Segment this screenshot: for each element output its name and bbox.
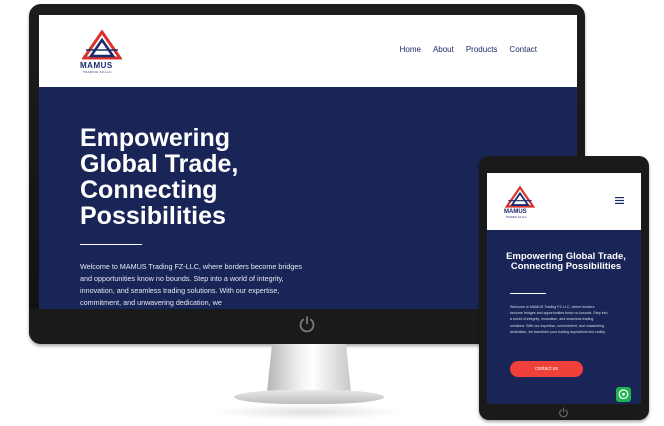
monitor-stand-neck <box>267 344 351 392</box>
home-button-icon <box>559 407 568 418</box>
whatsapp-button[interactable] <box>616 387 631 402</box>
nav-contact[interactable]: Contact <box>509 45 537 54</box>
mobile-hero-title: Empowering Global Trade, Connecting Poss… <box>506 251 626 272</box>
mobile-site-header: MAMUS TRADING FZ-LLC <box>487 173 641 230</box>
main-nav: Home About Products Contact <box>400 45 537 54</box>
monitor-stand-base <box>234 390 384 404</box>
mobile-logo-name: MAMUS <box>504 209 527 215</box>
logo-name: MAMUS <box>80 61 113 70</box>
site-header: MAMUS TRADING FZ-LLC Home About Products… <box>39 15 577 87</box>
hero-divider <box>80 244 142 245</box>
hero-body: Welcome to MAMUS Trading FZ-LLC, where b… <box>80 262 302 307</box>
mobile-hero-section: Empowering Global Trade, Connecting Poss… <box>487 230 641 404</box>
mobile-logo-subtitle: TRADING FZ-LLC <box>506 216 527 219</box>
tablet-device: MAMUS TRADING FZ-LLC Empowering Global T… <box>479 156 649 420</box>
nav-products[interactable]: Products <box>466 45 498 54</box>
mamus-logo-icon[interactable] <box>505 186 535 208</box>
nav-home[interactable]: Home <box>400 45 421 54</box>
mobile-hero-body: Welcome to MAMUS Trading FZ-LLC, where b… <box>510 305 608 334</box>
contact-us-button[interactable]: contact us <box>510 361 583 377</box>
logo-subtitle: TRADING FZ-LLC <box>83 70 112 74</box>
tablet-screen: MAMUS TRADING FZ-LLC Empowering Global T… <box>487 173 641 404</box>
monitor-stand-shadow <box>214 404 404 420</box>
nav-about[interactable]: About <box>433 45 454 54</box>
hero-title: Empowering Global Trade, Connecting Poss… <box>80 124 239 230</box>
mobile-hero-divider <box>510 293 546 294</box>
mamus-logo-icon[interactable] <box>82 30 122 60</box>
hamburger-menu-icon[interactable] <box>615 197 624 204</box>
whatsapp-icon <box>618 389 629 400</box>
power-icon <box>299 316 315 333</box>
